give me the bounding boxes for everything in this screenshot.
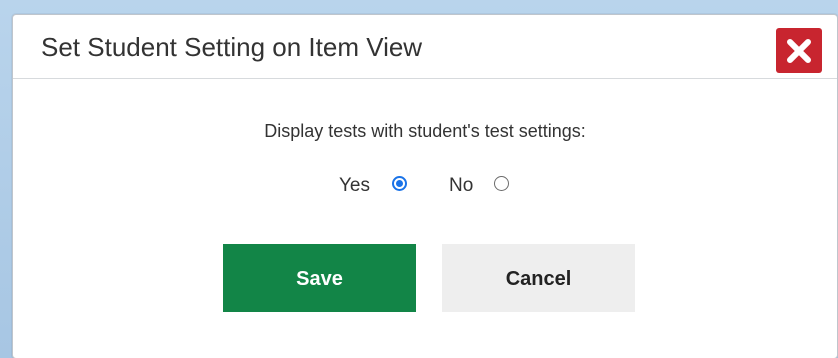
close-button[interactable]: [776, 28, 822, 73]
cancel-button[interactable]: Cancel: [442, 244, 635, 312]
close-icon: [787, 39, 811, 63]
student-setting-dialog: Set Student Setting on Item View Display…: [12, 14, 838, 358]
no-label[interactable]: No: [449, 175, 473, 197]
no-radio[interactable]: [494, 176, 509, 191]
setting-prompt: Display tests with student's test settin…: [264, 121, 586, 141]
yes-radio[interactable]: [392, 176, 407, 191]
dialog-header: Set Student Setting on Item View: [13, 15, 837, 79]
page-background: Set Student Setting on Item View Display…: [0, 0, 838, 358]
save-button[interactable]: Save: [223, 244, 416, 312]
yes-label[interactable]: Yes: [339, 175, 370, 197]
dialog-title: Set Student Setting on Item View: [41, 32, 423, 62]
